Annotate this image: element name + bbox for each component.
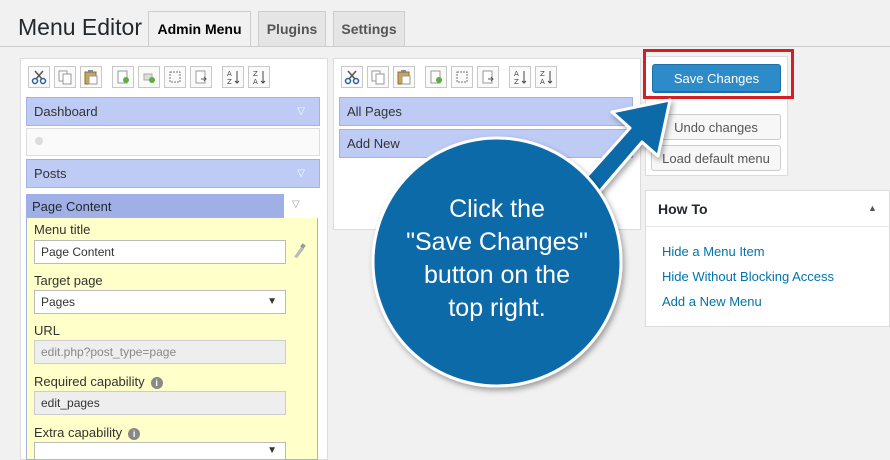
callout-line: button on the	[424, 261, 570, 289]
callout-line: Click the	[449, 195, 545, 223]
callout-text: Click the "Save Changes" button on the t…	[392, 193, 602, 325]
callout-line: "Save Changes"	[406, 228, 588, 256]
callout-line: top right.	[448, 294, 546, 322]
